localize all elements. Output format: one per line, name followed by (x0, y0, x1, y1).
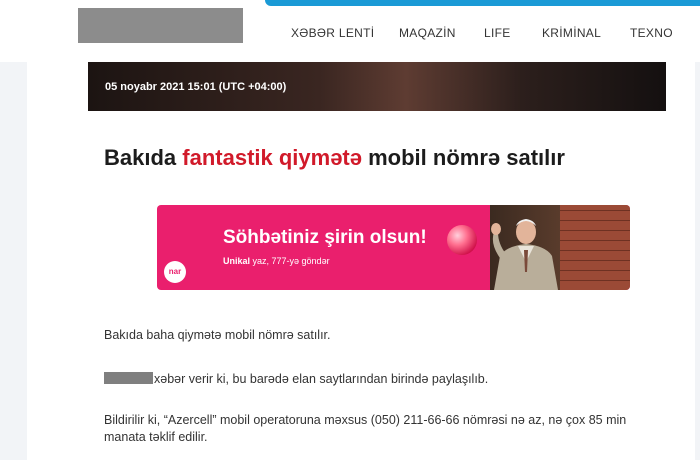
nar-logo-icon: nar (164, 261, 186, 283)
nav-item-maqazin[interactable]: MAQAZİN (399, 26, 456, 40)
header-accent-line (265, 0, 700, 6)
nav-item-life[interactable]: LIFE (484, 26, 511, 40)
article: 05 noyabr 2021 15:01 (UTC +04:00) Bakıda… (88, 62, 666, 460)
headline-part-2: mobil nömrə satılır (362, 145, 565, 170)
banner-brick-wall (560, 205, 630, 290)
banner-person-illustration (491, 219, 558, 290)
article-paragraph-3: Bildirilir ki, “Azercell” mobil operator… (104, 413, 627, 444)
site-header: XƏBƏR LENTİ MAQAZİN LIFE KRİMİNAL TEXNO (0, 0, 700, 62)
ad-banner[interactable]: Söhbətiniz şirin olsun! Unikal yaz, 777-… (157, 205, 630, 290)
banner-subtitle-rest: yaz, 777-yə göndər (250, 256, 330, 266)
headline-part-1: Bakıda (104, 145, 183, 170)
banner-title: Söhbətiniz şirin olsun! (223, 227, 427, 248)
dateline-text: 05 noyabr 2021 15:01 (UTC +04:00) (105, 81, 287, 93)
banner-subtitle-bold: Unikal (223, 256, 251, 266)
candy-ball-icon (447, 225, 477, 255)
nav-item-texno[interactable]: TEXNO (630, 26, 673, 40)
article-dateline: 05 noyabr 2021 15:01 (UTC +04:00) (88, 62, 666, 111)
article-paragraph-2: xəbər verir ki, bu barədə elan saytların… (104, 371, 644, 388)
redacted-source-name (104, 372, 153, 384)
nav-item-xeber-lenti[interactable]: XƏBƏR LENTİ (291, 26, 374, 40)
main-nav: XƏBƏR LENTİ MAQAZİN LIFE KRİMİNAL TEXNO (0, 26, 700, 42)
headline-highlight: fantastik qiymətə (182, 145, 362, 170)
article-paragraph-1: Bakıda baha qiymətə mobil nömrə satılır. (104, 328, 331, 342)
nav-item-kriminal[interactable]: KRİMİNAL (542, 26, 601, 40)
banner-subtitle: Unikal yaz, 777-yə göndər (223, 256, 330, 266)
article-headline: Bakıda fantastik qiymətə mobil nömrə sat… (104, 145, 664, 171)
paragraph-2-text: xəbər verir ki, bu barədə elan saytların… (154, 372, 489, 386)
